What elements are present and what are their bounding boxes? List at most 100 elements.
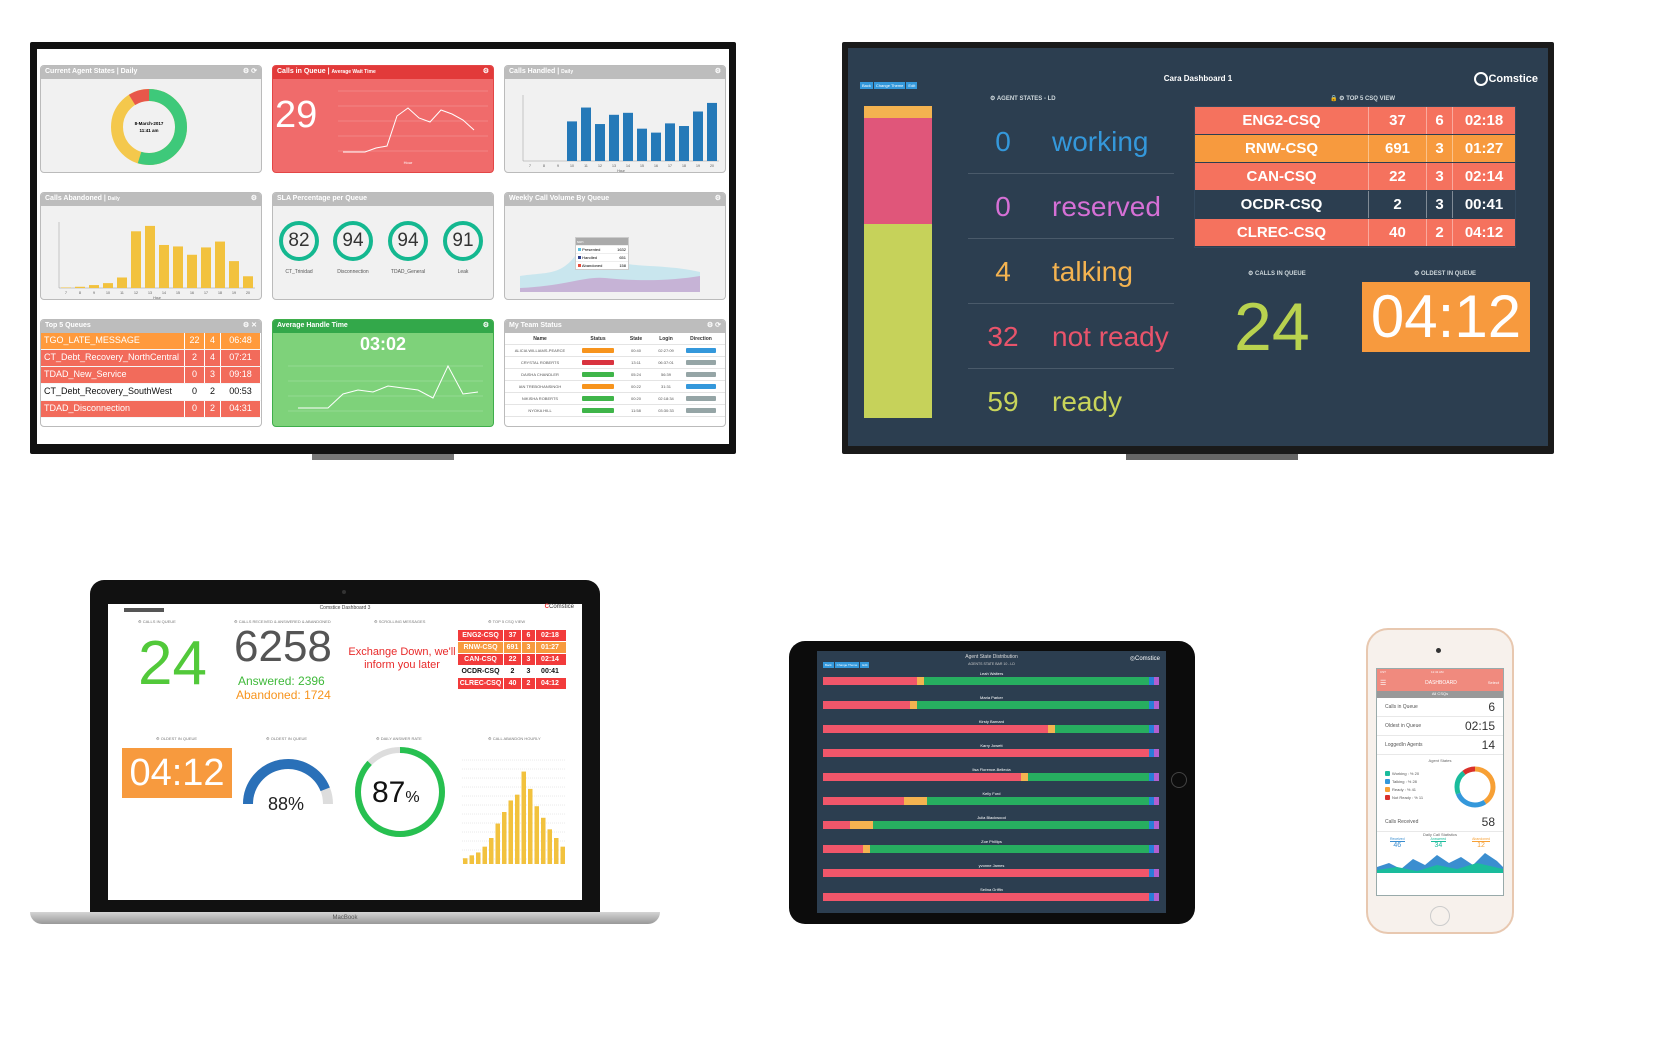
legend-swatch — [1385, 778, 1390, 784]
team-row[interactable]: NYOKA HILL 11:58 03:30:33 — [505, 405, 725, 417]
state-count: 59 — [987, 386, 1019, 417]
x-tick-label: 13 — [148, 291, 152, 295]
gear-icon[interactable]: ⚙ ⟳ — [243, 67, 257, 75]
csq-calls: 2 — [504, 666, 522, 677]
team-row[interactable]: ALICIA WILLIAMS-PEARCE 00:40 02:27:09 — [505, 345, 725, 357]
agent-states-donut: 8-March-2017 11:41 am — [111, 89, 187, 165]
laptop-lid: Comstice Dashboard 3 CComstice ⚙ CALLS I… — [90, 580, 600, 920]
home-button[interactable] — [1430, 906, 1450, 926]
bar — [541, 817, 546, 864]
stat-row[interactable]: LoggedIn Agents 14 — [1377, 736, 1503, 755]
x-axis-label: Hour — [404, 160, 413, 165]
agent-name: ALICIA WILLIAMS-PEARCE — [514, 348, 566, 353]
agent-name: Karry Jowett — [980, 743, 1003, 748]
team-row[interactable]: CRYSTAL ROBERTS 13:11 06:37:01 — [505, 357, 725, 369]
dashboard-title: Comstice Dashboard 3 — [319, 605, 371, 611]
queue-row[interactable]: TDAD_New_Service 0 3 09:18 — [41, 367, 261, 384]
csq-row[interactable]: CAN-CSQ 22 3 02:14 — [1195, 163, 1515, 191]
csq-wait: 01:27 — [1464, 140, 1504, 157]
oldest-in-queue-value: 04:12 — [1362, 282, 1530, 352]
row-label: Calls in Queue — [1385, 704, 1418, 710]
x-axis-label: Hour — [153, 296, 161, 300]
csq-row[interactable]: ENG2-CSQ 37 6 02:18 — [458, 630, 566, 642]
row-value: 6 — [1488, 700, 1495, 714]
bar — [187, 254, 197, 288]
bar — [515, 794, 520, 864]
label-text: TOP 5 CSQ VIEW — [1346, 96, 1395, 102]
edit-button[interactable]: Edit — [906, 82, 918, 89]
row-label: Oldest in Queue — [1385, 723, 1422, 729]
row-label: Calls Received — [1385, 819, 1419, 825]
daily-stat: Answered 34 — [1430, 837, 1447, 849]
agent-state: 00:40 — [630, 348, 641, 353]
csq-row[interactable]: OCDR-CSQ 2 3 00:41 — [458, 666, 566, 678]
queue-row[interactable]: TGO_LATE_MESSAGE 22 4 06:48 — [41, 333, 261, 350]
csq-agents: 3 — [1427, 135, 1453, 162]
bar — [528, 788, 533, 864]
csq-row[interactable]: ENG2-CSQ 37 6 02:18 — [1195, 107, 1515, 135]
brand-logo: Comstice — [1474, 72, 1538, 86]
csq-row[interactable]: OCDR-CSQ 2 3 00:41 — [1195, 191, 1515, 219]
weekly-volume-panel: Weekly Call Volume By Queue ⚙ sun Present… — [504, 192, 726, 300]
state-label: not ready — [1052, 321, 1169, 352]
team-row[interactable]: IAN TREBOHANSINGH 00:22 31:31 — [505, 381, 725, 393]
csq-wait: 00:41 — [541, 668, 559, 675]
status-badge — [575, 359, 621, 366]
gear-icon[interactable]: ⚙ — [483, 321, 489, 329]
csq-name: ENG2-CSQ — [458, 630, 504, 641]
stat-row[interactable]: Calls in Queue 6 — [1377, 698, 1503, 717]
home-button[interactable] — [1171, 772, 1187, 788]
gear-icon[interactable]: ⚙ — [715, 67, 721, 75]
queue-row[interactable]: CT_Debt_Recovery_SouthWest 0 2 00:53 — [41, 384, 261, 401]
bar — [581, 107, 591, 161]
gear-icon[interactable]: ⚙ — [715, 194, 721, 202]
answer-rate-number: 87 — [372, 776, 406, 809]
x-tick-label: 14 — [626, 164, 630, 168]
bar — [243, 276, 253, 288]
agent-name: NYOKA HILL — [528, 408, 552, 413]
panel-subtitle: Daily — [107, 196, 120, 202]
csq-row[interactable]: RNW-CSQ 691 3 01:27 — [1195, 135, 1515, 163]
calls-in-queue-value: 24 — [1234, 289, 1310, 365]
select-button[interactable]: Select — [1488, 680, 1499, 685]
agent-name: Kelly Ford — [982, 791, 1001, 796]
csq-name: CLREC-CSQ — [458, 678, 504, 689]
back-button[interactable]: Back — [860, 82, 873, 89]
team-row[interactable]: DAISHA CHANDLER 05:24 56:39 — [505, 369, 725, 381]
label: ⚙ TOP 5 CSQ VIEW — [488, 619, 526, 624]
queue-name: CT_Debt_Recovery_SouthWest — [41, 384, 185, 400]
csq-row[interactable]: CLREC-CSQ 40 2 04:12 — [1195, 219, 1515, 247]
gear-icon[interactable]: ⚙ ⟳ — [707, 321, 721, 329]
segment-talking — [863, 845, 871, 853]
bar — [173, 246, 183, 288]
change-theme-button[interactable]: Change Theme — [873, 82, 906, 89]
header-title: DASHBOARD — [1425, 680, 1457, 686]
csq-calls: 22 — [504, 654, 522, 665]
legend-text: Abandoned — [581, 263, 603, 268]
queue-calls: 22 — [185, 333, 205, 349]
csq-row[interactable]: CAN-CSQ 22 3 02:14 — [458, 654, 566, 666]
team-status-panel: My Team Status ⚙ ⟳ Name Status State Logi… — [504, 319, 726, 427]
stat-row[interactable]: Oldest in Queue 02:15 — [1377, 717, 1503, 736]
queue-row[interactable]: CT_Debt_Recovery_NorthCentral 2 4 07:21 — [41, 350, 261, 367]
csq-calls: 2 — [1369, 191, 1427, 218]
label-text: CALLS IN QUEUE — [142, 619, 176, 624]
x-tick-label: 19 — [232, 291, 236, 295]
csq-row[interactable]: CLREC-CSQ 40 2 04:12 — [458, 678, 566, 690]
gear-icon[interactable]: ⚙ — [251, 194, 257, 202]
team-row[interactable]: NIKISHA ROBERTS 00:20 02:18:34 — [505, 393, 725, 405]
gear-icon[interactable]: ⚙ — [483, 67, 489, 75]
bar — [103, 283, 113, 288]
csq-wait: 02:18 — [541, 632, 559, 639]
segment-not-ready — [823, 821, 850, 829]
csq-row[interactable]: RNW-CSQ 691 3 01:27 — [458, 642, 566, 654]
csq-name: ENG2-CSQ — [1195, 107, 1369, 134]
bar — [75, 286, 85, 288]
bar — [595, 124, 605, 161]
gear-icon[interactable]: ⚙ ✕ — [243, 321, 257, 329]
queue-row[interactable]: TDAD_Disconnection 0 2 04:31 — [41, 401, 261, 418]
queue-calls: 2 — [185, 350, 205, 366]
x-tick-label: 17 — [668, 164, 672, 168]
bar-segment-ready — [864, 224, 932, 418]
agent-login: 56:39 — [660, 372, 671, 377]
